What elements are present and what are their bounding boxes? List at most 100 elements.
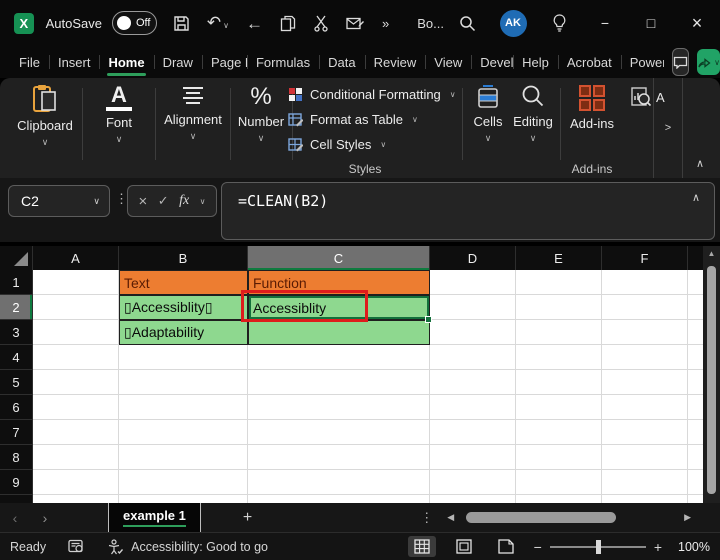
cell-C4[interactable]	[248, 345, 430, 370]
horizontal-scrollbar[interactable]: ◀ ▶	[447, 512, 691, 524]
row-header-6[interactable]: 6	[0, 395, 33, 420]
row-header-9[interactable]: 9	[0, 470, 33, 495]
cell-C5[interactable]	[248, 370, 430, 395]
column-header-a[interactable]: A	[33, 246, 119, 270]
cell-C8[interactable]	[248, 445, 430, 470]
cell-A8[interactable]	[33, 445, 119, 470]
row-header-7[interactable]: 7	[0, 420, 33, 445]
row-header-2[interactable]: 2	[0, 295, 33, 320]
cell-B10[interactable]	[119, 495, 248, 503]
sheetbar-dots-icon[interactable]: ⋮	[420, 510, 433, 526]
column-header-b[interactable]: B	[119, 246, 248, 270]
cell-B4[interactable]	[119, 345, 248, 370]
cell-C9[interactable]	[248, 470, 430, 495]
cancel-button[interactable]: ×	[138, 193, 147, 210]
number-group-button[interactable]: % Number ∨	[233, 84, 289, 144]
scroll-left-icon[interactable]: ◀	[447, 512, 454, 523]
collapse-formula-bar-button[interactable]: ∧	[692, 191, 700, 204]
minimize-button[interactable]: −	[582, 0, 628, 46]
search-icon[interactable]	[444, 15, 490, 32]
cell-F8[interactable]	[602, 445, 688, 470]
tab-formulas[interactable]: Formulas	[247, 48, 319, 76]
prev-sheet-button[interactable]: ‹	[0, 510, 30, 526]
maximize-button[interactable]: □	[628, 0, 674, 46]
cell-E6[interactable]	[516, 395, 602, 420]
page-layout-view-button[interactable]	[450, 536, 478, 557]
cell-D3[interactable]	[430, 320, 516, 345]
cell-F4[interactable]	[602, 345, 688, 370]
cell-A10[interactable]	[33, 495, 119, 503]
insert-function-button[interactable]: fx	[179, 193, 189, 209]
comments-button[interactable]	[672, 48, 689, 76]
cell-B5[interactable]	[119, 370, 248, 395]
mail-pen-icon[interactable]	[346, 16, 365, 31]
cell-A2[interactable]	[33, 295, 119, 320]
accessibility-icon[interactable]	[107, 539, 123, 555]
addins-button[interactable]: Add-ins	[564, 84, 620, 131]
row-header-8[interactable]: 8	[0, 445, 33, 470]
cell-D4[interactable]	[430, 345, 516, 370]
normal-view-button[interactable]	[408, 536, 436, 557]
cell-A6[interactable]	[33, 395, 119, 420]
autosave-toggle[interactable]: Off	[112, 11, 157, 35]
ribbon-scroll-right-button[interactable]: >	[653, 78, 683, 178]
zoom-out-button[interactable]: −	[534, 539, 542, 555]
select-all-button[interactable]	[0, 246, 33, 270]
next-sheet-button[interactable]: ›	[30, 510, 60, 526]
account-avatar[interactable]: AK	[490, 10, 536, 37]
column-header-d[interactable]: D	[430, 246, 516, 270]
cell-C10[interactable]	[248, 495, 430, 503]
cell-E10[interactable]	[516, 495, 602, 503]
cell-B6[interactable]	[119, 395, 248, 420]
cell-D7[interactable]	[430, 420, 516, 445]
tab-draw[interactable]: Draw	[154, 48, 202, 76]
zoom-level[interactable]: 100%	[670, 540, 710, 554]
cell-C6[interactable]	[248, 395, 430, 420]
cell-A4[interactable]	[33, 345, 119, 370]
vertical-scroll-thumb[interactable]	[707, 266, 716, 494]
cell-A9[interactable]	[33, 470, 119, 495]
tab-file[interactable]: File	[10, 48, 49, 76]
column-header-e[interactable]: E	[516, 246, 602, 270]
cell-F3[interactable]	[602, 320, 688, 345]
cell-C7[interactable]	[248, 420, 430, 445]
tab-review[interactable]: Review	[365, 48, 426, 76]
clipboard-group-button[interactable]: Clipboard ∨	[10, 84, 80, 148]
cell-E1[interactable]	[516, 270, 602, 295]
tab-page-layout[interactable]: Page Layo	[202, 48, 247, 76]
copy-icon[interactable]	[280, 15, 296, 32]
collapse-ribbon-button[interactable]: ∧	[696, 157, 704, 170]
cell-E9[interactable]	[516, 470, 602, 495]
cell-E2[interactable]	[516, 295, 602, 320]
close-button[interactable]: ×	[674, 0, 720, 46]
cell-D2[interactable]	[430, 295, 516, 320]
row-header-5[interactable]: 5	[0, 370, 33, 395]
zoom-slider[interactable]	[550, 546, 646, 548]
cell-E8[interactable]	[516, 445, 602, 470]
zoom-in-button[interactable]: +	[654, 539, 662, 555]
scroll-right-icon[interactable]: ▶	[684, 512, 691, 523]
cell-F10[interactable]	[602, 495, 688, 503]
row-header-1[interactable]: 1	[0, 270, 33, 295]
font-group-button[interactable]: A Font ∨	[86, 84, 152, 145]
cell-F7[interactable]	[602, 420, 688, 445]
row-header-3[interactable]: 3	[0, 320, 33, 345]
cell-A7[interactable]	[33, 420, 119, 445]
tab-developer[interactable]: Develope	[471, 48, 513, 76]
qat-overflow-icon[interactable]: »	[382, 17, 389, 30]
cells-group-button[interactable]: Cells ∨	[466, 84, 510, 144]
cell-D10[interactable]	[430, 495, 516, 503]
scroll-up-icon[interactable]: ▲	[703, 249, 720, 258]
column-header-f[interactable]: F	[602, 246, 688, 270]
tab-view[interactable]: View	[425, 48, 471, 76]
horizontal-scroll-thumb[interactable]	[466, 512, 616, 523]
cell-A1[interactable]	[33, 270, 119, 295]
cell-D9[interactable]	[430, 470, 516, 495]
cell-D8[interactable]	[430, 445, 516, 470]
cell-E4[interactable]	[516, 345, 602, 370]
formula-input[interactable]: =CLEAN(B2) ∧	[221, 182, 715, 240]
tab-insert[interactable]: Insert	[49, 48, 100, 76]
tab-power-pivot[interactable]: Power Piv	[621, 48, 664, 76]
sheet-tab-active[interactable]: example 1	[108, 503, 201, 532]
cell-E5[interactable]	[516, 370, 602, 395]
